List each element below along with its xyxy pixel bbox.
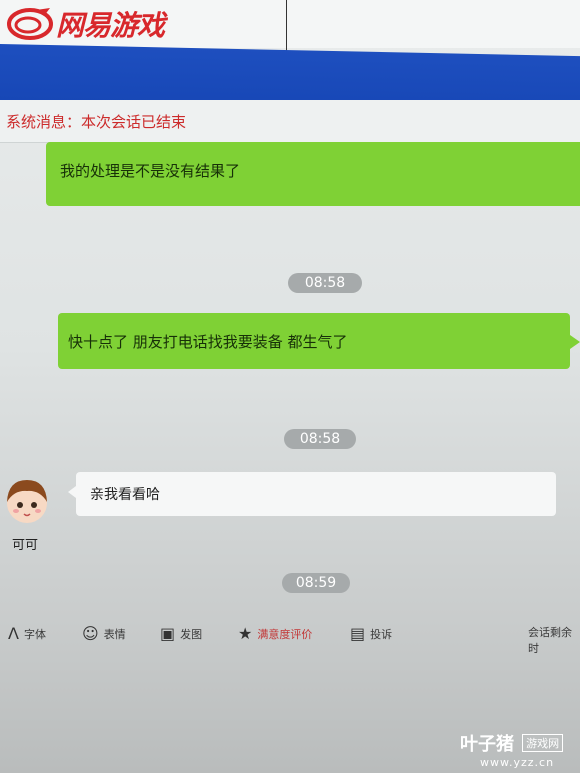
timestamp: 08:58 bbox=[284, 429, 356, 449]
timestamp: 08:59 bbox=[282, 573, 350, 593]
message-text: 快十点了 朋友打电话找我要装备 都生气了 bbox=[68, 333, 348, 351]
complaint-icon: ▤ bbox=[350, 624, 366, 643]
timestamp: 08:58 bbox=[288, 273, 362, 293]
chat-toolbar: Λ 字体 ☺ 表情 ▣ 发图 ★ 满意度评价 ▤ 投诉 会话剩余时 bbox=[0, 616, 580, 655]
incoming-message: 亲我看看哈 bbox=[68, 472, 556, 516]
image-icon: ▣ bbox=[160, 624, 176, 643]
rate-button[interactable]: ★ 满意度评价 bbox=[238, 624, 312, 643]
font-icon: Λ bbox=[8, 624, 19, 643]
emoji-icon: ☺ bbox=[82, 624, 99, 643]
image-label: 发图 bbox=[180, 627, 203, 641]
font-button[interactable]: Λ 字体 bbox=[8, 624, 46, 643]
header: 网易游戏 bbox=[0, 0, 580, 48]
emoji-label: 表情 bbox=[103, 627, 126, 641]
complaint-button[interactable]: ▤ 投诉 bbox=[350, 624, 392, 643]
remaining-time: 会话剩余时 bbox=[528, 624, 580, 656]
complaint-label: 投诉 bbox=[370, 627, 393, 641]
system-message: 系统消息：本次会话已结束 bbox=[6, 113, 187, 131]
logo-icon bbox=[7, 8, 53, 40]
outgoing-message: 我的处理是不是没有结果了 bbox=[46, 142, 580, 206]
message-text: 亲我看看哈 bbox=[90, 487, 160, 503]
font-label: 字体 bbox=[23, 627, 46, 641]
sender-name: 可可 bbox=[12, 538, 39, 553]
avatar bbox=[7, 480, 47, 523]
star-icon: ★ bbox=[238, 624, 253, 643]
remaining-label: 会话剩余时 bbox=[528, 626, 572, 655]
watermark-name: 叶子猪 bbox=[460, 734, 514, 755]
outgoing-message: 快十点了 朋友打电话找我要装备 都生气了 bbox=[58, 313, 580, 369]
logo: 网易游戏 bbox=[6, 4, 165, 44]
send-image-button[interactable]: ▣ 发图 bbox=[160, 624, 202, 643]
rate-label: 满意度评价 bbox=[257, 627, 313, 641]
watermark-box: 游戏网 bbox=[522, 734, 564, 752]
message-text: 我的处理是不是没有结果了 bbox=[60, 162, 241, 180]
logo-text: 网易游戏 bbox=[56, 9, 165, 42]
watermark-url: www.yzz.cn bbox=[480, 756, 555, 769]
watermark: 叶子猪 游戏网 www.yzz.cn bbox=[460, 730, 564, 769]
emoji-button[interactable]: ☺ 表情 bbox=[82, 624, 126, 643]
system-message-bar: 系统消息：本次会话已结束 bbox=[0, 100, 580, 143]
